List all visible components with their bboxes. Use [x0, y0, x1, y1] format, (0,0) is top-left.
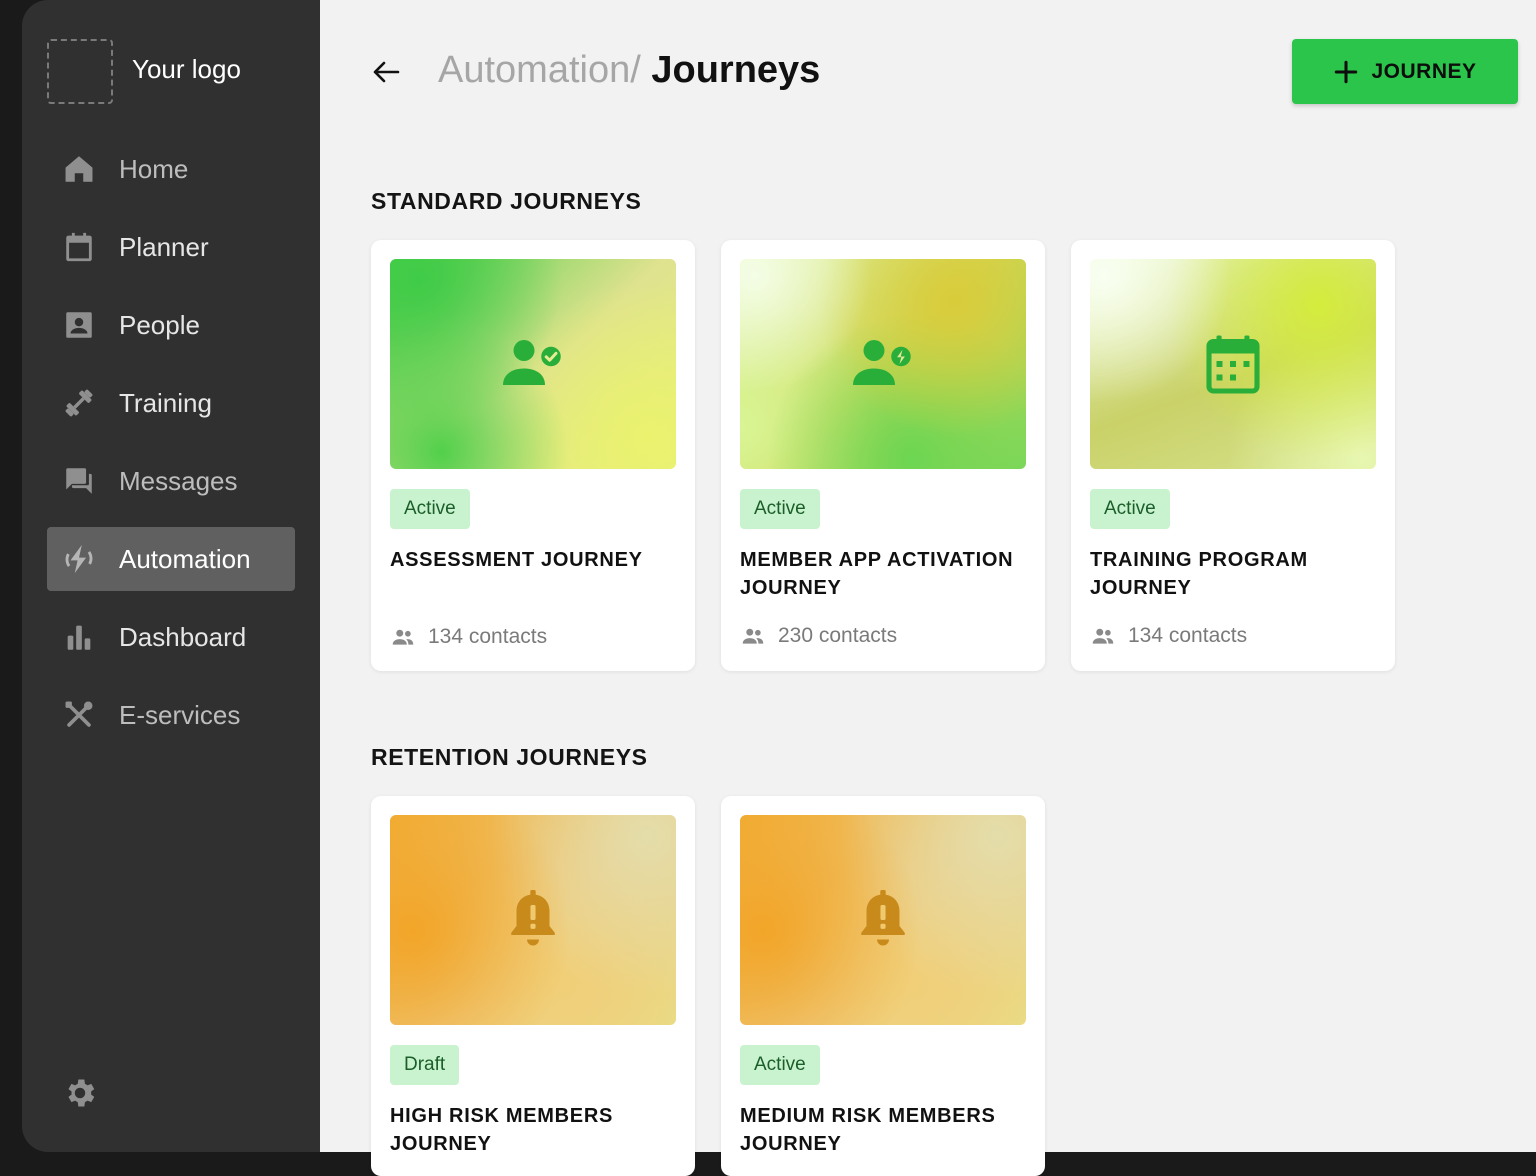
- page-title: Journeys: [651, 49, 821, 91]
- logo-text: Your logo: [132, 54, 241, 84]
- people-icon: [742, 628, 764, 644]
- card-cover: [1090, 259, 1376, 469]
- dumbbell-icon: [62, 386, 96, 420]
- bell-alert-icon: [861, 890, 905, 946]
- breadcrumb-parent[interactable]: Automation/: [438, 49, 641, 91]
- card-title: TRAINING PROGRAM JOURNEY: [1090, 549, 1308, 599]
- people-icon: [1092, 628, 1114, 644]
- journey-card-training-program[interactable]: Active TRAINING PROGRAM JOURNEY 134 cont…: [1071, 240, 1395, 671]
- sidebar-item-automation[interactable]: Automation: [47, 527, 295, 591]
- home-icon: [62, 152, 96, 186]
- person-check-icon: [503, 340, 561, 385]
- contacts-count: 230 contacts: [740, 623, 897, 649]
- sidebar-item-e-services[interactable]: E-services: [47, 683, 295, 747]
- calendar-icon: [62, 230, 96, 264]
- card-title: HIGH RISK MEMBERS JOURNEY: [390, 1105, 614, 1155]
- status-badge: Draft: [390, 1045, 460, 1085]
- journey-card-member-app-activation[interactable]: Active MEMBER APP ACTIVATION JOURNEY 230…: [721, 240, 1045, 671]
- calendar-icon: [1206, 335, 1260, 394]
- sidebar-item-label: E-services: [119, 699, 241, 730]
- section-title-retention: RETENTION JOURNEYS: [371, 744, 648, 770]
- breadcrumb: Automation/ Journeys: [438, 46, 820, 94]
- sidebar-item-home[interactable]: Home: [47, 137, 295, 201]
- bell-alert-icon: [511, 890, 555, 946]
- sidebar-item-training[interactable]: Training: [47, 371, 295, 435]
- sidebar-item-label: Planner: [119, 231, 209, 262]
- people-icon: [392, 629, 414, 645]
- journey-card-medium-risk[interactable]: Active MEDIUM RISK MEMBERS JOURNEY: [721, 796, 1045, 1176]
- contacts-count: 134 contacts: [390, 624, 547, 650]
- sidebar-item-messages[interactable]: Messages: [47, 449, 295, 513]
- status-badge: Active: [740, 1045, 820, 1085]
- plus-icon: [1335, 60, 1358, 83]
- sidebar-item-label: Home: [119, 153, 189, 184]
- contacts-count: 134 contacts: [1090, 623, 1247, 649]
- bar-chart-icon: [62, 620, 96, 654]
- sidebar-item-label: People: [119, 309, 200, 340]
- app-window: Your logo Home Planner People Training M…: [22, 0, 1536, 1176]
- contact-card-icon: [62, 308, 96, 342]
- sidebar-item-label: Dashboard: [119, 621, 247, 652]
- sidebar-item-people[interactable]: People: [47, 293, 295, 357]
- sidebar-item-planner[interactable]: Planner: [47, 215, 295, 279]
- contacts-label: 134 contacts: [1128, 624, 1248, 647]
- tools-icon: [62, 698, 96, 732]
- logo-placeholder: [47, 39, 113, 104]
- sidebar: Your logo Home Planner People Training M…: [22, 0, 320, 1152]
- journey-card-high-risk[interactable]: Draft HIGH RISK MEMBERS JOURNEY: [371, 796, 695, 1176]
- contacts-label: 230 contacts: [778, 624, 898, 647]
- card-cover: [740, 815, 1026, 1025]
- status-badge: Active: [1090, 489, 1170, 529]
- gear-icon[interactable]: [62, 1075, 98, 1111]
- status-badge: Active: [390, 489, 470, 529]
- sidebar-item-label: Training: [119, 387, 212, 418]
- card-title: MEMBER APP ACTIVATION JOURNEY: [740, 549, 1014, 599]
- back-arrow-icon[interactable]: [370, 56, 402, 88]
- add-journey-label: JOURNEY: [1371, 59, 1477, 83]
- card-title: MEDIUM RISK MEMBERS JOURNEY: [740, 1105, 996, 1155]
- chat-icon: [62, 464, 96, 498]
- card-cover: [740, 259, 1026, 469]
- sidebar-item-label: Automation: [119, 543, 251, 574]
- sidebar-item-dashboard[interactable]: Dashboard: [47, 605, 295, 669]
- status-badge: Active: [740, 489, 820, 529]
- contacts-label: 134 contacts: [428, 625, 548, 648]
- section-title-standard: STANDARD JOURNEYS: [371, 188, 642, 214]
- sidebar-item-label: Messages: [119, 465, 238, 496]
- add-journey-button[interactable]: JOURNEY: [1292, 39, 1518, 104]
- journey-card-assessment[interactable]: Active ASSESSMENT JOURNEY 134 contacts: [371, 240, 695, 671]
- card-cover: [390, 815, 676, 1025]
- card-title: ASSESSMENT JOURNEY: [390, 549, 643, 571]
- main-content: Automation/ Journeys JOURNEY STANDARD JO…: [320, 0, 1536, 1176]
- person-bolt-icon: [853, 340, 911, 385]
- automation-icon: [62, 542, 96, 576]
- card-cover: [390, 259, 676, 469]
